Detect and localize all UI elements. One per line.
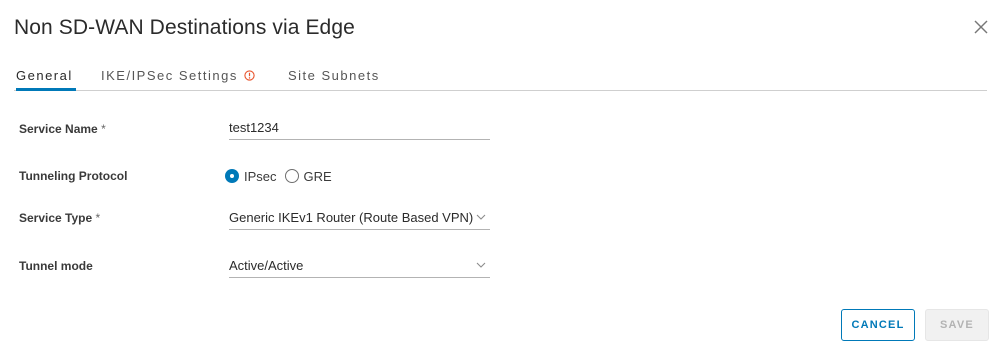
tunnel-mode-label: Tunnel mode <box>19 259 93 273</box>
tab-general[interactable]: General <box>16 60 76 91</box>
tab-site-subnets[interactable]: Site Subnets <box>288 60 380 91</box>
radio-ipsec[interactable]: IPsec <box>225 169 277 184</box>
service-type-label-text: Service Type <box>19 211 93 225</box>
service-type-label: Service Type * <box>19 211 100 225</box>
tab-general-label: General <box>16 68 73 83</box>
chevron-down-icon <box>476 261 486 269</box>
tunneling-protocol-row: Tunneling Protocol IPsec GRE <box>19 166 499 196</box>
tab-bar: General IKE/IPSec Settings Site Subnets <box>14 60 987 91</box>
service-name-label-text: Service Name <box>19 122 98 136</box>
close-icon <box>974 20 988 34</box>
required-mark: * <box>101 122 106 136</box>
service-type-select[interactable]: Generic IKEv1 Router (Route Based VPN) <box>229 206 490 230</box>
radio-ipsec-label: IPsec <box>244 168 277 184</box>
tab-site-subnets-label: Site Subnets <box>288 68 380 83</box>
tunneling-protocol-radio-group: IPsec GRE <box>225 166 340 186</box>
radio-ipsec-indicator <box>225 169 239 183</box>
tunnel-mode-value: Active/Active <box>229 258 304 273</box>
service-type-value: Generic IKEv1 Router (Route Based VPN) <box>229 210 474 225</box>
save-button[interactable]: SAVE <box>925 309 989 341</box>
service-name-input[interactable] <box>229 116 490 140</box>
tunnel-mode-row: Tunnel mode Active/Active <box>19 254 499 284</box>
tunneling-protocol-label: Tunneling Protocol <box>19 169 128 183</box>
tab-ike-ipsec-settings[interactable]: IKE/IPSec Settings <box>101 60 255 91</box>
warning-icon <box>244 70 255 81</box>
chevron-down-icon <box>476 213 486 221</box>
radio-gre[interactable]: GRE <box>284 168 332 184</box>
close-button[interactable] <box>972 18 990 36</box>
dialog: Non SD-WAN Destinations via Edge General… <box>0 0 999 354</box>
radio-gre-label: GRE <box>303 168 332 184</box>
tab-ike-ipsec-settings-label: IKE/IPSec Settings <box>101 68 238 83</box>
tunnel-mode-select[interactable]: Active/Active <box>229 254 490 278</box>
service-type-row: Service Type * Generic IKEv1 Router (Rou… <box>19 206 499 236</box>
service-name-row: Service Name * <box>19 116 499 146</box>
radio-gre-indicator <box>284 169 299 183</box>
required-mark: * <box>95 211 101 225</box>
service-name-label: Service Name * <box>19 122 106 136</box>
cancel-button[interactable]: CANCEL <box>841 309 915 341</box>
dialog-title: Non SD-WAN Destinations via Edge <box>14 16 355 39</box>
